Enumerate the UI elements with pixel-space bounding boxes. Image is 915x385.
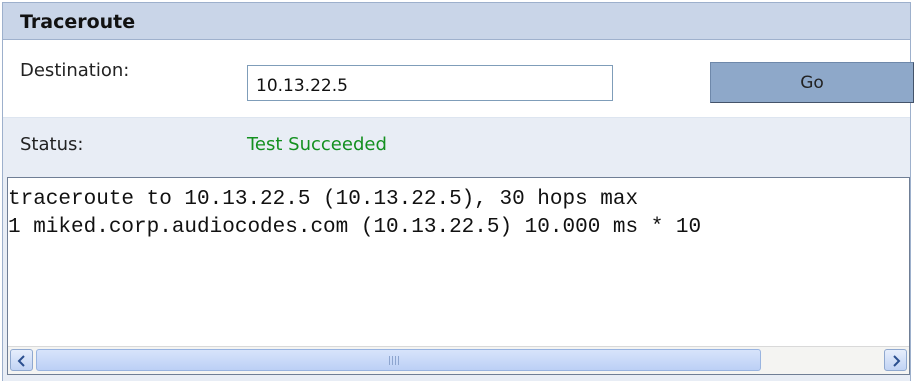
output-box[interactable]: traceroute to 10.13.22.5 (10.13.22.5), 3…: [7, 177, 910, 375]
destination-input[interactable]: [247, 65, 613, 101]
scroll-left-button[interactable]: [10, 349, 33, 371]
chevron-left-icon: [17, 355, 25, 367]
horizontal-scrollbar[interactable]: [8, 346, 909, 374]
output-line: traceroute to 10.13.22.5 (10.13.22.5), 3…: [8, 188, 639, 211]
chevron-right-icon: [893, 355, 901, 367]
panel-title: Traceroute: [20, 11, 136, 33]
status-value: Test Succeeded: [247, 134, 387, 155]
title-bar: Traceroute: [3, 3, 910, 40]
output-section: traceroute to 10.13.22.5 (10.13.22.5), 3…: [3, 168, 910, 381]
destination-label: Destination:: [20, 60, 130, 81]
scroll-right-button[interactable]: [884, 349, 907, 371]
status-label: Status:: [20, 134, 84, 155]
traceroute-panel: Traceroute Destination: Go Status: Test …: [2, 2, 914, 381]
destination-row: Destination: Go: [3, 40, 914, 117]
scroll-grip-icon: [389, 356, 400, 365]
scroll-thumb[interactable]: [36, 349, 761, 371]
output-line: 1 miked.corp.audiocodes.com (10.13.22.5)…: [8, 216, 702, 239]
output-text: traceroute to 10.13.22.5 (10.13.22.5), 3…: [8, 186, 909, 341]
status-row: Status: Test Succeeded: [3, 117, 910, 168]
go-button[interactable]: Go: [710, 62, 914, 103]
